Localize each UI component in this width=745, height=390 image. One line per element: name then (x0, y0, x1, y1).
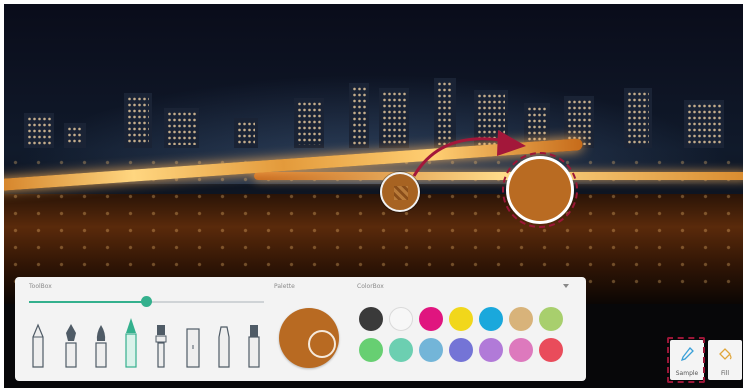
color-swatch[interactable] (389, 307, 413, 331)
sampled-color-preview (506, 156, 574, 224)
color-swatch[interactable] (449, 307, 473, 331)
color-swatch[interactable] (359, 307, 383, 331)
color-swatch[interactable] (479, 307, 503, 331)
marker-icon[interactable] (153, 323, 169, 369)
pencil-icon[interactable] (30, 323, 46, 369)
chalk-icon[interactable] (216, 323, 232, 369)
crayon-icon[interactable] (246, 323, 262, 369)
palette-ring (308, 330, 336, 358)
current-color[interactable] (279, 308, 339, 368)
color-swatch[interactable] (479, 338, 503, 362)
color-swatch[interactable] (539, 338, 563, 362)
slider-thumb[interactable] (141, 296, 152, 307)
fountain-pen-icon[interactable] (63, 323, 79, 369)
fill-label: Fill (720, 370, 729, 377)
drawing-tools-panel: ToolBox Palette ColorBox (15, 277, 586, 381)
paint-bucket-icon (719, 348, 732, 360)
color-swatch[interactable] (419, 307, 443, 331)
slider-fill (29, 301, 147, 303)
thickness-slider[interactable] (29, 296, 264, 307)
color-swatch[interactable] (419, 338, 443, 362)
color-swatch[interactable] (509, 307, 533, 331)
color-swatch[interactable] (389, 338, 413, 362)
sample-point (380, 172, 420, 212)
toolbox-label: ToolBox (29, 283, 52, 290)
eraser-icon[interactable] (185, 323, 201, 369)
chevron-down-icon[interactable] (563, 284, 569, 288)
color-swatch[interactable] (359, 338, 383, 362)
palette-label: Palette (274, 283, 295, 290)
sample-highlight (667, 337, 705, 383)
colorbox-label: ColorBox (357, 283, 384, 290)
highlighter-icon[interactable] (123, 317, 139, 369)
color-swatch[interactable] (449, 338, 473, 362)
color-swatch[interactable] (509, 338, 533, 362)
pixel-sample (394, 186, 408, 200)
brush-icon[interactable] (93, 323, 109, 369)
fill-button[interactable]: Fill (708, 340, 742, 380)
color-swatch[interactable] (539, 307, 563, 331)
